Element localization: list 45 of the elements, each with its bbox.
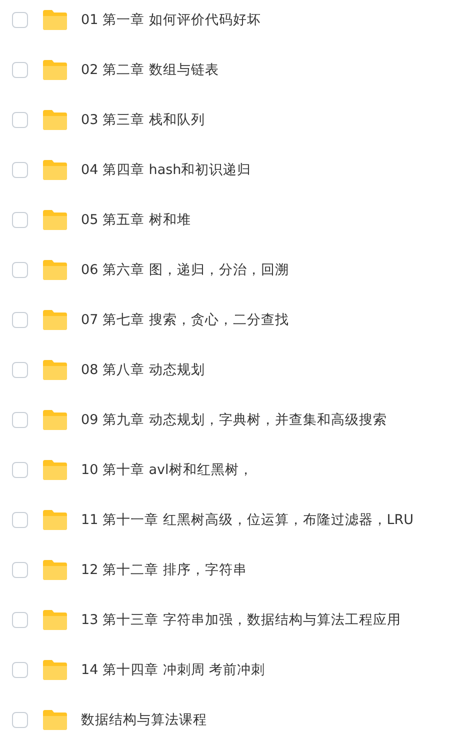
checkbox[interactable] xyxy=(12,512,28,528)
checkbox[interactable] xyxy=(12,162,28,178)
folder-icon xyxy=(42,559,68,581)
folder-icon xyxy=(42,609,68,631)
folder-icon xyxy=(42,409,68,431)
folder-name[interactable]: 06 第六章 图，递归，分治，回溯 xyxy=(81,261,289,279)
folder-name[interactable]: 03 第三章 栈和队列 xyxy=(81,111,205,129)
checkbox[interactable] xyxy=(12,362,28,378)
folder-icon xyxy=(42,659,68,681)
folder-name[interactable]: 08 第八章 动态规划 xyxy=(81,361,205,379)
folder-icon xyxy=(42,209,68,231)
folder-name[interactable]: 10 第十章 avl树和红黑树， xyxy=(81,461,253,479)
folder-name[interactable]: 数据结构与算法课程 xyxy=(81,711,207,729)
folder-name[interactable]: 12 第十二章 排序，字符串 xyxy=(81,561,247,579)
checkbox[interactable] xyxy=(12,712,28,728)
checkbox[interactable] xyxy=(12,62,28,78)
checkbox[interactable] xyxy=(12,662,28,678)
folder-name[interactable]: 07 第七章 搜索，贪心，二分查找 xyxy=(81,311,289,329)
folder-name[interactable]: 01 第一章 如何评价代码好坏 xyxy=(81,11,261,29)
folder-icon xyxy=(42,259,68,281)
folder-icon xyxy=(42,459,68,481)
checkbox[interactable] xyxy=(12,212,28,228)
checkbox[interactable] xyxy=(12,412,28,428)
folder-icon xyxy=(42,359,68,381)
folder-name[interactable]: 09 第九章 动态规划，字典树，并查集和高级搜索 xyxy=(81,411,387,429)
checkbox[interactable] xyxy=(12,462,28,478)
checkbox[interactable] xyxy=(12,12,28,28)
folder-icon xyxy=(42,159,68,181)
checkbox[interactable] xyxy=(12,562,28,578)
folder-name[interactable]: 04 第四章 hash和初识递归 xyxy=(81,161,252,179)
folder-icon xyxy=(42,709,68,731)
folder-name[interactable]: 11 第十一章 红黑树高级，位运算，布隆过滤器，LRU xyxy=(81,511,414,529)
folder-icon xyxy=(42,509,68,531)
folder-icon xyxy=(42,309,68,331)
folder-icon xyxy=(42,59,68,81)
folder-name[interactable]: 14 第十四章 冲刺周 考前冲刺 xyxy=(81,661,266,679)
folder-icon xyxy=(42,109,68,131)
folder-name[interactable]: 13 第十三章 字符串加强，数据结构与算法工程应用 xyxy=(81,611,401,629)
folder-name[interactable]: 05 第五章 树和堆 xyxy=(81,211,191,229)
checkbox[interactable] xyxy=(12,112,28,128)
checkbox[interactable] xyxy=(12,262,28,278)
folder-icon xyxy=(42,9,68,31)
checkbox[interactable] xyxy=(12,612,28,628)
checkbox[interactable] xyxy=(12,312,28,328)
folder-name[interactable]: 02 第二章 数组与链表 xyxy=(81,61,219,79)
